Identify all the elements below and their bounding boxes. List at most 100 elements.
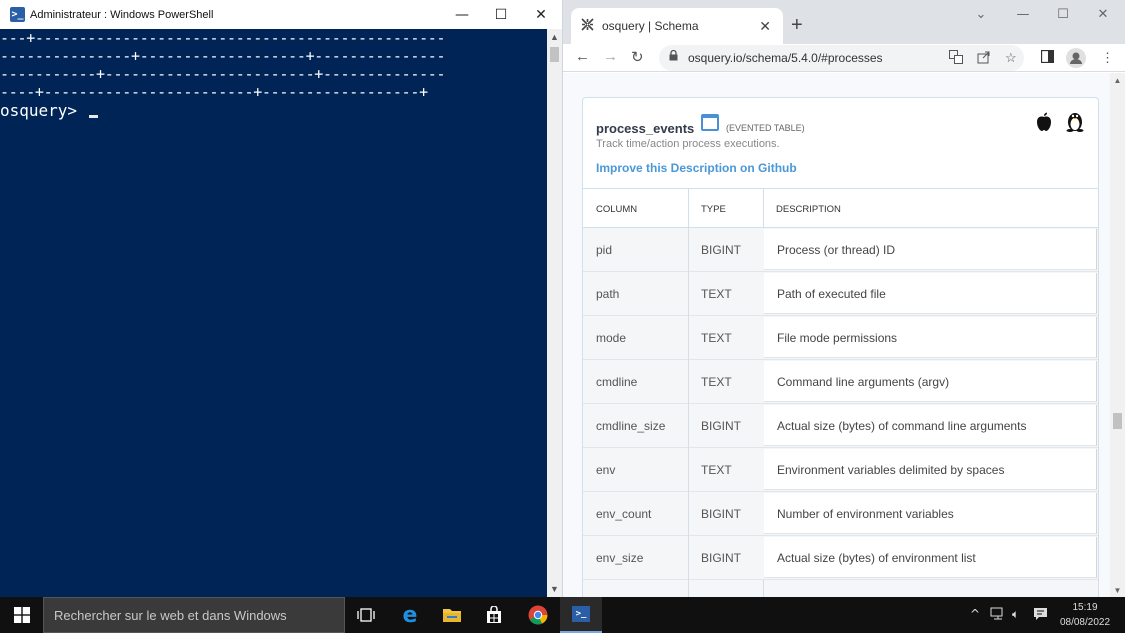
table-row: mode TEXT File mode permissions — [583, 316, 1098, 360]
side-panel-icon[interactable] — [1040, 49, 1055, 66]
column-divider — [688, 228, 689, 272]
table-description: Track time/action process executions. — [596, 138, 780, 150]
powershell-app-button[interactable]: >_ — [560, 597, 602, 633]
cell-column: path — [596, 287, 620, 301]
minimize-button[interactable]: — — [442, 0, 482, 29]
scroll-up-arrow-icon[interactable]: ▲ — [1110, 73, 1125, 87]
cell-type: TEXT — [701, 287, 732, 301]
network-icon[interactable] — [990, 607, 1006, 624]
maximize-button[interactable]: ☐ — [481, 0, 521, 29]
browser-close-button[interactable]: ✕ — [1083, 4, 1123, 24]
store-app-button[interactable] — [473, 597, 515, 633]
page-scrollbar[interactable]: ▲ ▼ — [1110, 73, 1125, 597]
console-scrollbar[interactable]: ▲ ▼ — [547, 29, 562, 597]
powershell-taskbar-icon: >_ — [572, 606, 590, 622]
chrome-icon — [528, 605, 548, 625]
task-view-icon — [357, 608, 375, 622]
search-placeholder: Rechercher sur le web et dans Windows — [54, 608, 287, 623]
taskbar-clock[interactable]: 15:19 08/08/2022 — [1055, 600, 1115, 630]
chrome-app-button[interactable] — [517, 597, 559, 633]
clock-date: 08/08/2022 — [1059, 617, 1111, 628]
browser-window[interactable]: osquery | Schema ✕ + ⌄ — ☐ ✕ ← → ↻ osque… — [563, 0, 1125, 597]
column-divider — [688, 448, 689, 492]
cell-type: TEXT — [701, 331, 732, 345]
folder-icon — [443, 609, 461, 622]
notifications-icon[interactable] — [1033, 607, 1048, 624]
console-output[interactable]: ---+------------------------------------… — [0, 29, 547, 597]
forward-button[interactable]: → — [603, 48, 618, 65]
improve-description-link[interactable]: Improve this Description on Github — [596, 161, 797, 175]
cell-description: Command line arguments (argv) — [777, 375, 950, 389]
address-bar[interactable]: osquery.io/schema/5.4.0/#processes — [659, 45, 1024, 71]
browser-minimize-button[interactable]: — — [1003, 4, 1043, 24]
console-prompt[interactable]: osquery> — [0, 101, 547, 121]
taskbar-search-box[interactable]: Rechercher sur le web et dans Windows — [43, 597, 345, 633]
reload-button[interactable]: ↻ — [631, 48, 644, 66]
cell-description: File mode permissions — [777, 331, 898, 345]
volume-icon[interactable]: 🔈︎ — [1012, 607, 1019, 622]
start-button[interactable] — [0, 597, 43, 633]
scroll-up-arrow-icon[interactable]: ▲ — [547, 29, 562, 45]
scrollbar-thumb[interactable] — [1113, 413, 1122, 429]
cell-description: Actual size (bytes) of command line argu… — [777, 419, 1027, 433]
cell-column: pid — [596, 243, 613, 257]
column-divider — [688, 580, 689, 597]
show-hidden-icons-icon[interactable]: ^ — [970, 607, 980, 621]
header-column: COLUMN — [596, 204, 638, 215]
page-content[interactable]: process_events (EVENTED TABLE) Track tim… — [563, 73, 1125, 597]
osquery-logo-icon — [581, 18, 594, 34]
column-divider — [688, 492, 689, 536]
description-cell: Process (or thread) ID — [764, 229, 1097, 270]
console-line: -----------+------------------------+---… — [0, 65, 446, 83]
table-kind: (EVENTED TABLE) — [726, 123, 805, 133]
table-row — [583, 580, 1098, 597]
url-text: osquery.io/schema/5.4.0/#processes — [688, 51, 883, 65]
console-line: ----+------------------------+----------… — [0, 83, 428, 101]
close-button[interactable]: ✕ — [521, 0, 561, 29]
translate-icon[interactable] — [949, 50, 963, 67]
edge-app-button[interactable]: e — [389, 597, 431, 633]
cell-description: Actual size (bytes) of environment list — [777, 551, 976, 565]
cell-description: Path of executed file — [777, 287, 886, 301]
table-header-row: COLUMN TYPE DESCRIPTION — [583, 188, 1098, 316]
lock-icon[interactable] — [669, 49, 678, 64]
profile-avatar-icon[interactable] — [1066, 48, 1086, 71]
cell-description: Process (or thread) ID — [777, 243, 896, 257]
share-icon[interactable] — [977, 50, 991, 67]
browser-maximize-button[interactable]: ☐ — [1043, 4, 1083, 24]
bookmark-star-icon[interactable]: ☆ — [1005, 50, 1017, 66]
clock-time: 15:19 — [1072, 602, 1098, 613]
description-cell: Path of executed file — [764, 273, 1097, 314]
powershell-titlebar[interactable]: >_ Administrateur : Windows PowerShell —… — [0, 0, 562, 29]
column-divider — [688, 189, 689, 229]
column-divider — [688, 316, 689, 360]
menu-kebab-icon[interactable]: ⋮ — [1101, 50, 1114, 66]
task-view-button[interactable] — [345, 597, 387, 633]
desktop: >_ Administrateur : Windows PowerShell —… — [0, 0, 1125, 633]
linux-icon — [1065, 110, 1085, 132]
scrollbar-thumb[interactable] — [550, 47, 559, 62]
column-divider — [688, 404, 689, 448]
calendar-icon — [701, 114, 719, 131]
powershell-window[interactable]: >_ Administrateur : Windows PowerShell —… — [0, 0, 562, 597]
description-cell: File mode permissions — [764, 317, 1097, 358]
tab-close-icon[interactable]: ✕ — [759, 18, 771, 35]
cell-type: BIGINT — [701, 507, 742, 521]
cell-description: Number of environment variables — [777, 507, 954, 521]
new-tab-button[interactable]: + — [791, 14, 803, 37]
back-button[interactable]: ← — [575, 48, 590, 65]
tab-title: osquery | Schema — [602, 19, 699, 33]
tab-osquery-schema[interactable]: osquery | Schema ✕ — [571, 8, 783, 44]
scroll-down-arrow-icon[interactable]: ▼ — [547, 581, 562, 597]
prompt-text: osquery> — [0, 101, 87, 120]
tab-search-icon[interactable]: ⌄ — [961, 4, 1001, 24]
cell-type: BIGINT — [701, 419, 742, 433]
scroll-down-arrow-icon[interactable]: ▼ — [1110, 583, 1125, 597]
table-row: cmdline_size BIGINT Actual size (bytes) … — [583, 404, 1098, 448]
description-cell: Number of environment variables — [764, 493, 1097, 534]
column-divider — [763, 580, 764, 597]
file-explorer-button[interactable] — [431, 597, 473, 633]
description-cell: Actual size (bytes) of environment list — [764, 537, 1097, 578]
console-line: ---+------------------------------------… — [0, 29, 446, 47]
cell-type: BIGINT — [701, 243, 742, 257]
